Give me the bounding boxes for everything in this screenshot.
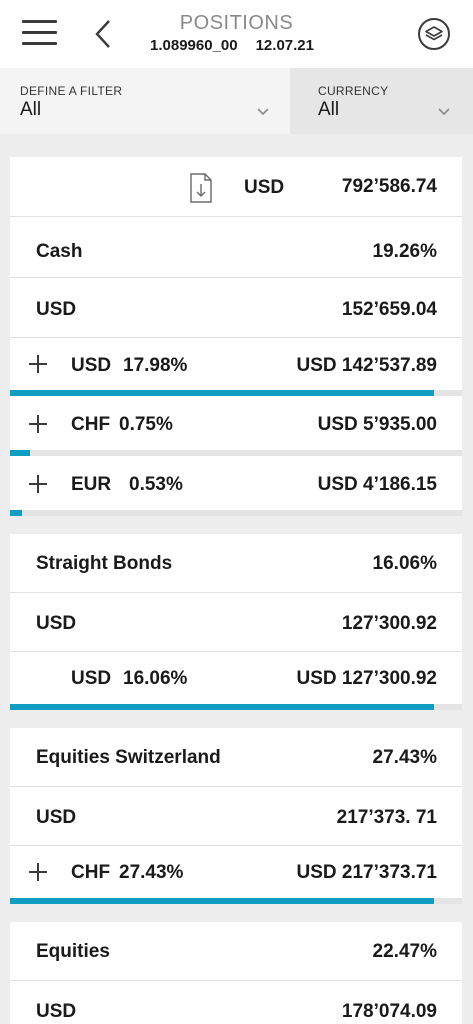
allocation-bar-fill: [10, 510, 23, 516]
section-name: Straight Bonds: [36, 553, 173, 574]
chevron-down-icon: [438, 108, 450, 116]
position-percent: 27.43%: [119, 862, 184, 883]
section-percent: 27.43%: [372, 747, 437, 768]
position-row[interactable]: CHF 0.75% USD 5’935.00: [10, 396, 462, 450]
position-currency: USD: [71, 355, 112, 376]
currency-select[interactable]: CURRENCY All: [290, 68, 473, 134]
expand-plus-icon[interactable]: [29, 863, 47, 881]
position-currency: CHF: [71, 862, 111, 883]
subtotal-amount: 217’373. 71: [336, 807, 437, 828]
total-amount: 792’586.74: [341, 176, 437, 197]
section-subtotal: USD 217’373. 71: [10, 787, 462, 846]
currency-label: CURRENCY: [318, 84, 389, 98]
position-amount: USD 5’935.00: [317, 414, 437, 435]
section-subtotal: USD 152’659.04: [10, 278, 462, 338]
section-percent: 16.06%: [372, 553, 437, 574]
section-header-cash: Cash 19.26%: [10, 217, 462, 278]
position-amount: USD 217’373.71: [296, 862, 438, 883]
filter-label: DEFINE A FILTER: [20, 84, 123, 98]
section-name: Cash: [36, 241, 83, 262]
subtotal-currency: USD: [36, 807, 77, 828]
account-number: 1.089960_00: [150, 37, 238, 54]
subtotal-amount: 152’659.04: [341, 299, 437, 320]
chevron-down-icon: [257, 108, 269, 116]
download-document-icon[interactable]: [190, 173, 212, 203]
filter-value: All: [20, 99, 42, 120]
layers-icon[interactable]: [417, 17, 451, 51]
position-currency: USD: [71, 668, 112, 689]
position-row[interactable]: EUR 0.53% USD 4’186.15: [10, 456, 462, 510]
expand-plus-icon[interactable]: [29, 415, 47, 433]
section-subtotal: USD 178’074.09: [10, 981, 462, 1024]
define-filter-select[interactable]: DEFINE A FILTER All: [0, 68, 290, 134]
expand-plus-icon[interactable]: [29, 475, 47, 493]
position-amount: USD 4’186.15: [317, 474, 437, 495]
subtotal-amount: 127’300.92: [341, 613, 437, 634]
straight-bonds-card: Straight Bonds 16.06% USD 127’300.92 USD…: [10, 534, 462, 710]
allocation-bar: [10, 704, 462, 710]
position-amount: USD 127’300.92: [296, 668, 438, 689]
section-header-equities: Equities 22.47%: [10, 922, 462, 981]
position-currency: EUR: [71, 474, 112, 495]
position-percent: 0.53%: [129, 474, 183, 495]
section-name: Equities: [36, 941, 110, 962]
equities-switzerland-card: Equities Switzerland 27.43% USD 217’373.…: [10, 728, 462, 904]
total-currency: USD: [244, 177, 285, 198]
section-percent: 19.26%: [372, 241, 437, 262]
expand-plus-icon[interactable]: [29, 355, 47, 373]
section-header-straight-bonds: Straight Bonds 16.06%: [10, 534, 462, 593]
position-date: 12.07.21: [255, 37, 314, 54]
position-row[interactable]: CHF 27.43% USD 217’373.71: [10, 846, 462, 898]
allocation-bar: [10, 510, 462, 516]
subtotal-currency: USD: [36, 299, 77, 320]
subtotal-currency: USD: [36, 1001, 77, 1022]
section-header-equities-switzerland: Equities Switzerland 27.43%: [10, 728, 462, 787]
position-currency: CHF: [71, 414, 111, 435]
allocation-bar: [10, 898, 462, 904]
position-percent: 16.06%: [123, 668, 188, 689]
equities-card: Equities 22.47% USD 178’074.09: [10, 922, 462, 1024]
allocation-bar-fill: [10, 704, 434, 710]
position-amount: USD 142’537.89: [296, 355, 438, 376]
position-row[interactable]: USD 17.98% USD 142’537.89: [10, 338, 462, 390]
app-header: POSITIONS 1.089960_00 12.07.21: [0, 0, 473, 68]
section-name: Equities Switzerland: [36, 747, 221, 768]
cash-card: USD 792’586.74 Cash 19.26% USD 152’659.0…: [10, 157, 462, 516]
position-percent: 17.98%: [123, 355, 188, 376]
allocation-bar-fill: [10, 898, 434, 904]
position-row[interactable]: USD 16.06% USD 127’300.92: [10, 652, 462, 704]
position-percent: 0.75%: [119, 414, 173, 435]
subtotal-currency: USD: [36, 613, 77, 634]
section-subtotal: USD 127’300.92: [10, 593, 462, 652]
currency-value: All: [318, 99, 340, 120]
subtotal-amount: 178’074.09: [341, 1001, 437, 1022]
header-subtitle: 1.089960_00 12.07.21: [150, 37, 314, 54]
total-row: USD 792’586.74: [10, 157, 462, 217]
section-percent: 22.47%: [372, 941, 437, 962]
page-title: POSITIONS: [179, 12, 294, 34]
